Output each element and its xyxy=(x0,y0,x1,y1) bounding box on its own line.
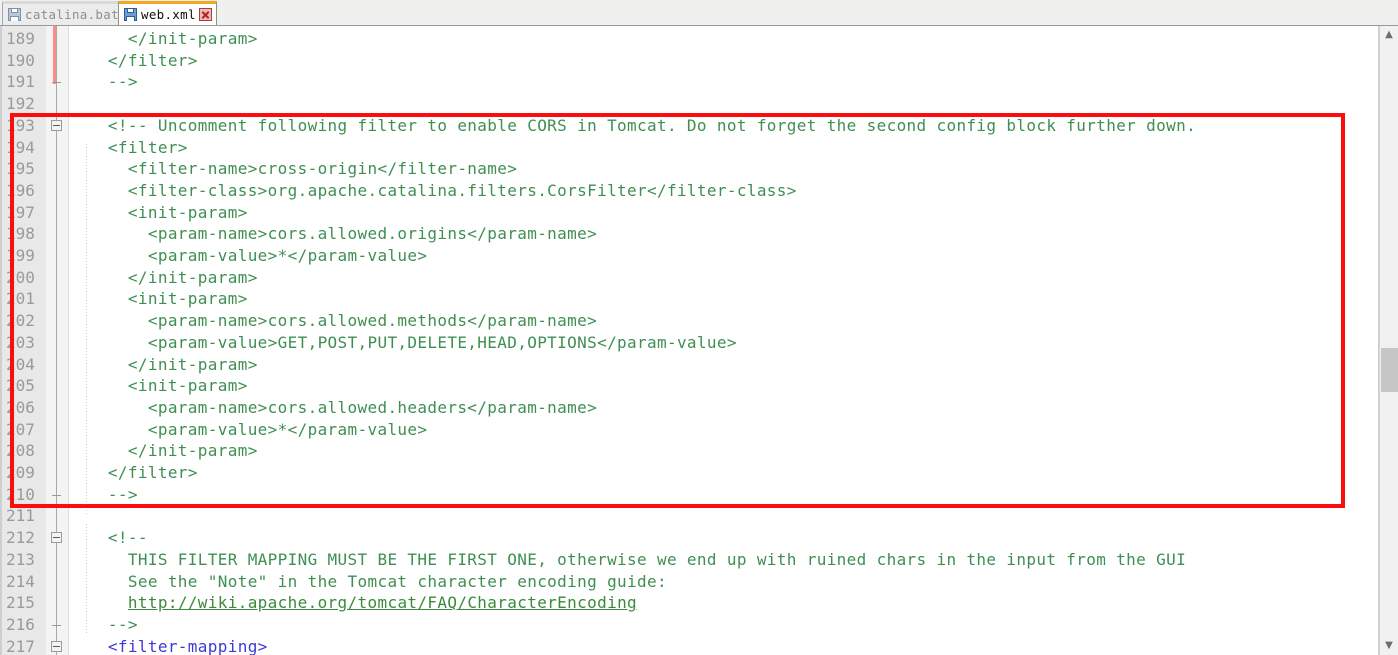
fold-end-icon xyxy=(52,82,61,84)
line-number: 216 xyxy=(6,614,35,634)
tab-label: catalina.bat xyxy=(25,7,119,22)
code-line[interactable]: <param-value>GET,POST,PUT,DELETE,HEAD,OP… xyxy=(68,332,737,354)
code-line[interactable]: http://wiki.apache.org/tomcat/FAQ/Charac… xyxy=(68,592,637,614)
url-link[interactable]: http://wiki.apache.org/tomcat/FAQ/Charac… xyxy=(128,593,637,612)
line-number: 198 xyxy=(6,224,35,244)
code-line[interactable]: <filter-name>cross-origin</filter-name> xyxy=(68,158,517,180)
code-line[interactable]: --> xyxy=(68,71,138,93)
line-number: 201 xyxy=(6,289,35,309)
indent-guide xyxy=(86,524,87,634)
line-number: 199 xyxy=(6,246,35,265)
vertical-scrollbar[interactable]: ▲ ▼ xyxy=(1379,26,1398,655)
code-line[interactable]: <param-name>cors.allowed.methods</param-… xyxy=(68,310,597,332)
code-editor[interactable]: 189 190 191 192 193 194 195 196 197 198 199 200 201 2… xyxy=(0,26,1398,655)
fold-end-icon xyxy=(52,624,61,626)
line-number: 190 xyxy=(6,50,35,70)
line-number: 195 xyxy=(6,159,35,179)
fold-toggle-icon[interactable] xyxy=(51,640,62,652)
line-number: 209 xyxy=(6,463,35,482)
line-number: 189 xyxy=(6,29,35,48)
code-line[interactable]: <!-- xyxy=(68,527,148,549)
code-line[interactable]: </init-param> xyxy=(68,440,258,462)
code-line[interactable]: <filter-class>org.apache.catalina.filter… xyxy=(68,180,797,202)
code-line[interactable]: <init-param> xyxy=(68,288,248,310)
indent-guide xyxy=(86,144,87,514)
line-number: 194 xyxy=(6,137,35,157)
line-number: 193 xyxy=(6,115,35,135)
line-number: 200 xyxy=(6,267,35,287)
line-number: 212 xyxy=(6,528,35,548)
code-line[interactable]: </init-param> xyxy=(68,267,258,289)
line-number: 213 xyxy=(6,549,35,569)
code-line[interactable]: <param-name>cors.allowed.origins</param-… xyxy=(68,223,597,245)
line-number: 205 xyxy=(6,376,35,396)
line-number: 204 xyxy=(6,354,35,374)
scroll-down-arrow-icon[interactable]: ▼ xyxy=(1380,637,1398,655)
tab-bar: catalina.bat web.xml xyxy=(0,0,1398,26)
code-line[interactable]: </init-param> xyxy=(68,354,258,376)
line-number: 203 xyxy=(6,332,35,352)
scroll-up-arrow-icon[interactable]: ▲ xyxy=(1380,26,1398,44)
line-number: 197 xyxy=(6,202,35,222)
line-number: 214 xyxy=(6,571,35,591)
line-number: 217 xyxy=(6,636,35,655)
code-line[interactable]: <init-param> xyxy=(68,375,248,397)
code-line[interactable]: <!-- Uncomment following filter to enabl… xyxy=(68,115,1196,137)
line-number: 210 xyxy=(6,484,35,504)
fold-toggle-icon[interactable] xyxy=(51,532,62,544)
change-marker-bar xyxy=(53,26,56,84)
tab-label: web.xml xyxy=(141,7,196,22)
code-line[interactable]: <init-param> xyxy=(68,202,248,224)
code-line[interactable]: See the "Note" in the Tomcat character e… xyxy=(68,571,667,593)
line-number: 208 xyxy=(6,441,35,461)
line-number: 215 xyxy=(6,593,35,613)
code-text-area[interactable]: </init-param> </filter> --> <!-- Uncomme… xyxy=(68,26,1378,655)
save-disk-icon xyxy=(8,8,21,21)
line-number: 211 xyxy=(6,506,35,526)
code-line[interactable]: <param-value>*</param-value> xyxy=(68,419,427,441)
code-line[interactable]: </filter> xyxy=(68,50,198,72)
line-number: 192 xyxy=(6,94,35,114)
code-line[interactable]: <param-value>*</param-value> xyxy=(68,245,427,267)
close-icon[interactable] xyxy=(198,8,212,21)
code-line[interactable]: <param-name>cors.allowed.headers</param-… xyxy=(68,397,597,419)
tab-web-xml[interactable]: web.xml xyxy=(118,1,217,25)
line-number: 191 xyxy=(6,72,35,92)
line-number: 202 xyxy=(6,311,35,331)
code-line[interactable]: </init-param> xyxy=(68,28,258,50)
code-line[interactable]: THIS FILTER MAPPING MUST BE THE FIRST ON… xyxy=(68,549,1186,571)
fold-toggle-icon[interactable] xyxy=(51,119,62,131)
line-number: 207 xyxy=(6,419,35,439)
scrollbar-thumb[interactable] xyxy=(1381,348,1398,392)
save-disk-icon xyxy=(124,8,137,21)
code-line[interactable]: --> xyxy=(68,614,138,636)
code-line[interactable]: <filter-mapping> xyxy=(68,636,268,655)
code-line[interactable]: </filter> xyxy=(68,462,198,484)
line-number: 206 xyxy=(6,397,35,417)
line-number: 196 xyxy=(6,180,35,200)
code-line[interactable]: --> xyxy=(68,484,138,506)
fold-end-icon xyxy=(52,494,61,496)
